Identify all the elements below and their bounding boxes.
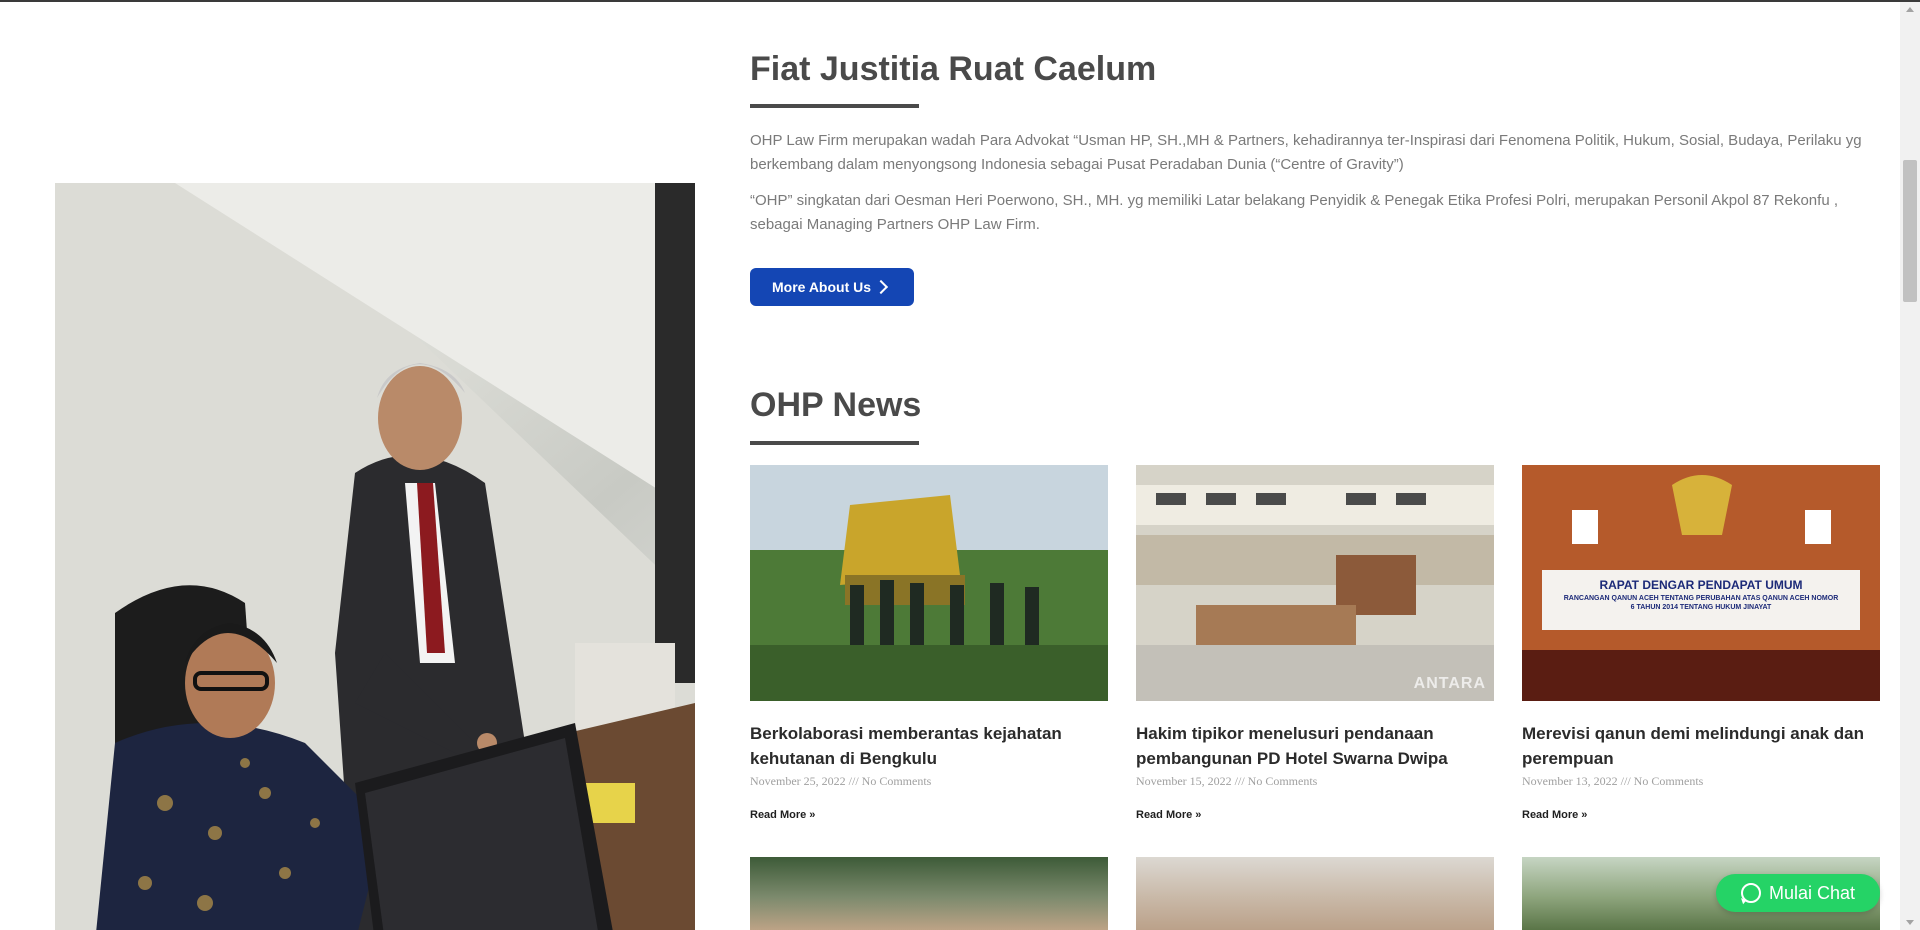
news-image-hearing[interactable]: RAPAT DENGAR PENDAPAT UMUM RANCANGAN QAN… xyxy=(1522,465,1880,701)
meta-separator: /// xyxy=(1234,774,1245,788)
banner-heading: RAPAT DENGAR PENDAPAT UMUM xyxy=(1599,578,1803,592)
about-title-underline xyxy=(750,104,919,108)
news-item-date: November 13, 2022 xyxy=(1522,774,1618,788)
scroll-down-arrow-icon[interactable] xyxy=(1906,920,1914,925)
banner-subtext: RANCANGAN QANUN ACEH TENTANG PERUBAHAN A… xyxy=(1563,595,1839,611)
news-title-underline xyxy=(750,441,919,445)
page: Fiat Justitia Ruat Caelum OHP Law Firm m… xyxy=(0,0,1900,930)
scrollbar[interactable] xyxy=(1900,2,1920,930)
news-card: Berkolaborasi memberantas kejahatan kehu… xyxy=(750,465,1108,823)
meta-separator: /// xyxy=(1620,774,1631,788)
whatsapp-icon xyxy=(1740,883,1761,903)
read-more-link[interactable]: Read More » xyxy=(750,809,815,821)
team-photo xyxy=(55,183,695,930)
news-card: ANTARA Hakim tipikor menelusuri pendanaa… xyxy=(1136,465,1494,823)
antara-watermark: ANTARA xyxy=(1413,675,1486,692)
news-item-date: November 25, 2022 xyxy=(750,774,846,788)
news-item-comments[interactable]: No Comments xyxy=(1248,774,1318,788)
about-paragraph-1: OHP Law Firm merupakan wadah Para Advoka… xyxy=(750,132,1862,173)
chevron-right-icon xyxy=(873,279,889,295)
meta-separator: /// xyxy=(848,774,859,788)
chat-label: Mulai Chat xyxy=(1768,882,1856,903)
news-image-row2-1[interactable] xyxy=(750,857,1108,930)
more-about-us-label: More About Us xyxy=(772,279,872,295)
news-item-title[interactable]: Merevisi qanun demi melindungi anak dan … xyxy=(1522,721,1880,771)
news-title: OHP News xyxy=(750,386,922,424)
news-item-comments[interactable]: No Comments xyxy=(1634,774,1704,788)
news-item-comments[interactable]: No Comments xyxy=(862,774,932,788)
news-image-courtroom[interactable]: ANTARA xyxy=(1136,465,1494,701)
scroll-up-arrow-icon[interactable] xyxy=(1906,7,1914,12)
news-item-title[interactable]: Hakim tipikor menelusuri pendanaan pemba… xyxy=(1136,721,1494,771)
news-item-meta: November 15, 2022 /// No Comments xyxy=(1136,774,1494,789)
team-photo-illustration xyxy=(55,183,695,930)
news-item-meta: November 13, 2022 /// No Comments xyxy=(1522,774,1880,789)
read-more-link[interactable]: Read More » xyxy=(1136,809,1201,821)
read-more-link[interactable]: Read More » xyxy=(1522,809,1587,821)
news-image-forest[interactable] xyxy=(750,465,1108,701)
about-title: Fiat Justitia Ruat Caelum xyxy=(750,50,1157,88)
scroll-thumb[interactable] xyxy=(1903,160,1917,302)
news-image-row2-2[interactable] xyxy=(1136,857,1494,930)
news-item-date: November 15, 2022 xyxy=(1136,774,1232,788)
news-item-title[interactable]: Berkolaborasi memberantas kejahatan kehu… xyxy=(750,721,1108,771)
more-about-us-button[interactable]: More About Us xyxy=(750,268,914,306)
news-card: RAPAT DENGAR PENDAPAT UMUM RANCANGAN QAN… xyxy=(1522,465,1880,823)
mulai-chat-button[interactable]: Mulai Chat xyxy=(1716,874,1880,912)
news-item-meta: November 25, 2022 /// No Comments xyxy=(750,774,1108,789)
about-paragraph-2: “OHP” singkatan dari Oesman Heri Poerwon… xyxy=(750,192,1838,233)
